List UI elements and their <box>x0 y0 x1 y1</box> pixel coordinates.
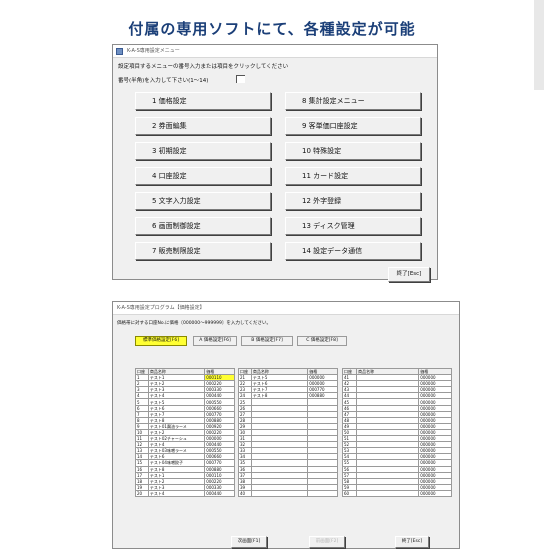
menu-window-title: K-A-S専用設定メニュー <box>127 48 180 54</box>
product-name-cell: テスト4 <box>147 489 206 497</box>
menu-number-input[interactable] <box>236 75 245 83</box>
menu-button-9[interactable]: 5 文字入力設定 <box>135 192 271 210</box>
menu-button-11[interactable]: 6 画面制御設定 <box>135 217 271 235</box>
price-cell[interactable]: 000440 <box>204 489 235 497</box>
table-row[interactable]: 9 テスト01醤油ラーメ 000920 <box>135 422 235 430</box>
menu-window-titlebar: K-A-S専用設定メニュー <box>113 45 437 58</box>
menu-end-button[interactable]: 終了[Esc] <box>388 267 430 282</box>
price-instruction: 価格帯に対する口座No.に価格〔000000～999999〕を入力してください。 <box>117 321 272 326</box>
tab-price-3[interactable]: C 価格設定[F8] <box>297 336 347 346</box>
account-no-cell: 20 <box>135 489 149 497</box>
menu-button-8[interactable]: 11 カード設定 <box>285 167 421 185</box>
price-table-2: 口座 商品名称 価格 41 000000 42 000000 43 000000 44 000000… <box>341 367 452 497</box>
price-window-title: K-A-S専用設定プログラム【価格設定】 <box>117 305 205 311</box>
price-table-0: 口座 商品名称 価格 1 テスト1 000110 2 テスト2 000220 3 テスト3 00033… <box>135 367 235 497</box>
price-window-titlebar: K-A-S専用設定プログラム【価格設定】 <box>113 302 459 315</box>
product-name-cell <box>250 489 309 497</box>
product-name-cell <box>356 489 420 497</box>
prev-page-button[interactable]: 前画面[F2] <box>309 536 345 548</box>
table-row[interactable]: 20 テスト4 000440 <box>135 489 235 497</box>
price-cell[interactable]: 000000 <box>418 489 452 497</box>
page-banner: 付属の専用ソフトにて、各種設定が可能 <box>128 20 416 38</box>
menu-button-6[interactable]: 10 特殊設定 <box>285 142 421 160</box>
menu-button-14[interactable]: 14 設定データ通信 <box>285 242 421 260</box>
menu-button-2[interactable]: 8 集計設定メニュー <box>285 92 421 110</box>
account-no-cell: 60 <box>341 489 358 497</box>
background-strip <box>534 0 544 90</box>
menu-button-5[interactable]: 3 初期設定 <box>135 142 271 160</box>
menu-button-4[interactable]: 9 客単価口座設定 <box>285 117 421 135</box>
menu-window: K-A-S専用設定メニュー 設定項目するメニューの番号入力または項目をクリックし… <box>112 44 438 282</box>
price-table-1: 口座 商品名称 価格 21 テスト5 000000 22 テスト6 000000 23 テスト7 00… <box>238 367 338 497</box>
price-cell[interactable] <box>307 489 338 497</box>
number-prompt: 番号(半角)を入力して下さい(1～14) <box>118 78 209 84</box>
table-row[interactable]: 40 <box>238 489 338 497</box>
next-page-button[interactable]: 次画面[F1] <box>231 536 267 548</box>
table-row[interactable]: 13 テスト03味噌ラーメ 000550 <box>135 447 235 455</box>
menu-instruction: 設定項目するメニューの番号入力または項目をクリックしてください <box>118 64 289 70</box>
table-row[interactable]: 11 テスト02チャーシュ 000000 <box>135 435 235 443</box>
tab-price-0[interactable]: 標準価格設定[F6] <box>135 336 187 346</box>
menu-button-12[interactable]: 13 ディスク管理 <box>285 217 421 235</box>
price-end-button[interactable]: 終了[Esc] <box>395 536 429 548</box>
tab-price-1[interactable]: A 価格設定[F6] <box>193 336 237 346</box>
price-window: K-A-S専用設定プログラム【価格設定】 価格帯に対する口座No.に価格〔000… <box>112 301 460 549</box>
menu-button-7[interactable]: 4 口座設定 <box>135 167 271 185</box>
menu-button-13[interactable]: 7 販売制限設定 <box>135 242 271 260</box>
account-no-cell: 40 <box>238 489 252 497</box>
table-row[interactable]: 60 000000 <box>341 489 452 497</box>
menu-button-1[interactable]: 1 価格設定 <box>135 92 271 110</box>
app-icon <box>116 48 123 55</box>
menu-button-3[interactable]: 2 券面編集 <box>135 117 271 135</box>
menu-button-10[interactable]: 12 外字登録 <box>285 192 421 210</box>
tab-price-2[interactable]: B 価格設定[F7] <box>241 336 293 346</box>
